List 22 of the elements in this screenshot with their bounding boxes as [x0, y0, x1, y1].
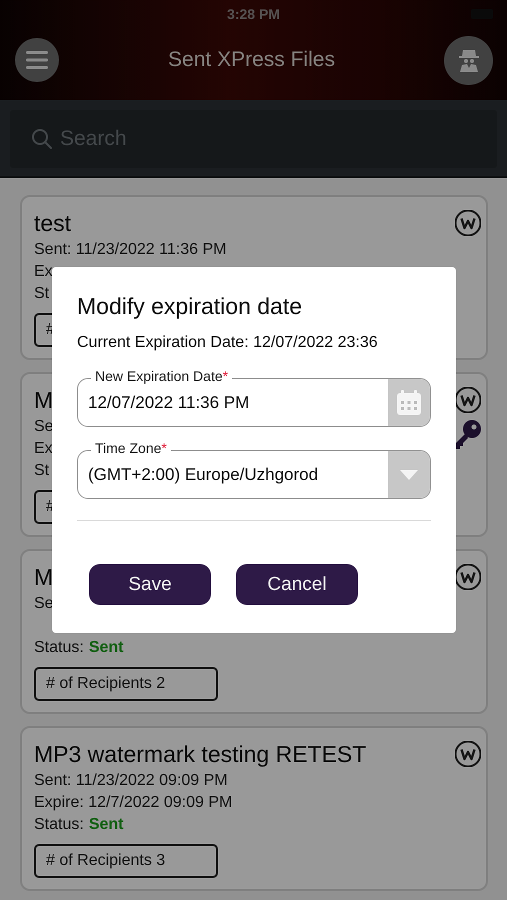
field-label: New Expiration Date*: [91, 368, 232, 385]
status-label: St: [34, 285, 50, 303]
expire-date: Ex: [34, 440, 53, 458]
expire-date: Ex: [34, 263, 53, 281]
file-title: test: [34, 210, 72, 236]
status-label: Status:: [34, 816, 84, 834]
sent-date: Se: [34, 595, 54, 613]
status-value: Sent: [88, 639, 124, 657]
status-label: St: [34, 462, 50, 480]
sent-date: Se: [34, 418, 54, 436]
expire-date: Expire: 12/7/2022 09:09 PM: [34, 794, 232, 812]
status-label: Status:: [34, 639, 84, 657]
status-time: 3:28 PM: [227, 6, 280, 22]
current-expiration: Current Expiration Date: 12/07/2022 23:36: [77, 334, 379, 352]
sent-date: Sent: 11/23/2022 11:36 PM: [34, 241, 226, 259]
dialog-title: Modify expiration date: [77, 293, 304, 320]
file-title: MP3 watermark testing RETEST: [34, 740, 366, 768]
file-title: M: [34, 386, 54, 414]
sent-date: Sent: 11/23/2022 09:09 PM: [34, 772, 228, 790]
file-title: M: [34, 564, 54, 590]
status-value: Sent: [88, 816, 124, 834]
screen-title: Sent XPress Files: [168, 48, 335, 72]
